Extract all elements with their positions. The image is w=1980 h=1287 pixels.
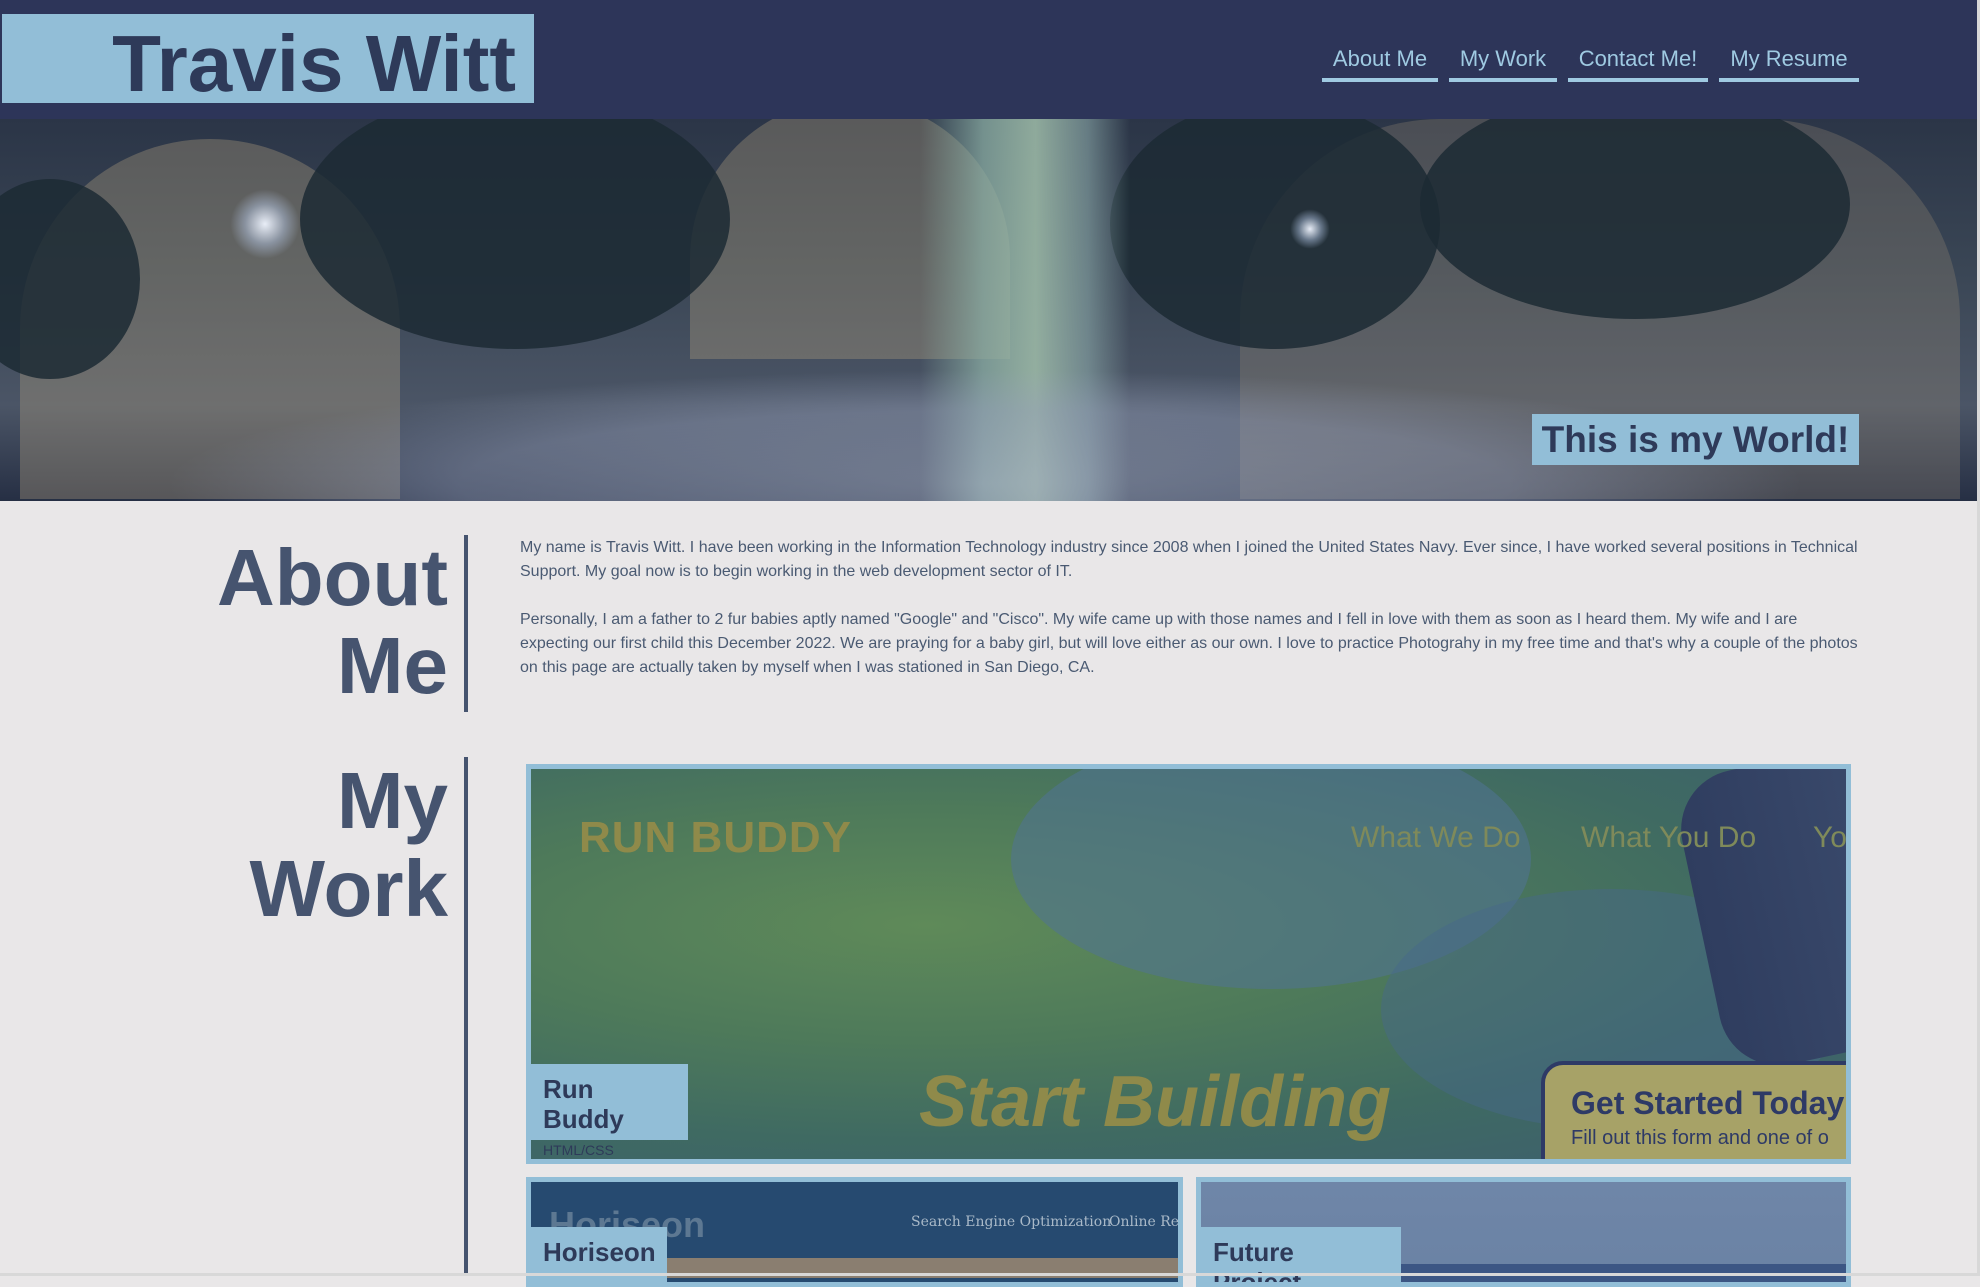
- project-label: Horiseon: [531, 1227, 667, 1282]
- project-card-horiseon[interactable]: Horiseon Search Engine Optimization Onli…: [526, 1177, 1183, 1287]
- project-preview-nav-item: What You Do: [1581, 821, 1757, 854]
- work-divider: [464, 757, 468, 1276]
- project-preview-cta-title: Get Started Today: [1571, 1085, 1845, 1121]
- project-preview-nav-item: Yo: [1813, 821, 1847, 854]
- project-preview-nav-item: Online Rep: [1109, 1214, 1183, 1230]
- project-preview-headline: Start Building: [919, 1062, 1391, 1142]
- hero-street-light: [1290, 209, 1330, 249]
- project-preview-brand: RUN BUDDY: [579, 813, 852, 862]
- project-card-future-project[interactable]: Future Project: [1196, 1177, 1851, 1287]
- project-title: Horiseon: [543, 1237, 656, 1267]
- hero-street-light: [230, 189, 300, 259]
- project-label: Run Buddy HTML/CSS: [531, 1064, 688, 1158]
- about-text: My name is Travis Witt. I have been work…: [520, 536, 1860, 704]
- site-name: Travis Witt: [112, 19, 516, 108]
- about-title-line1: About: [216, 533, 448, 622]
- about-paragraph: Personally, I am a father to 2 fur babie…: [520, 611, 1858, 676]
- project-title: Run Buddy: [543, 1074, 624, 1134]
- project-preview-nav-item: What We Do: [1351, 821, 1521, 854]
- nav-link-my-resume[interactable]: My Resume: [1719, 46, 1859, 82]
- project-preview-nav-item: Search Engine Optimization: [911, 1214, 1112, 1230]
- project-label: Future Project: [1201, 1227, 1401, 1287]
- work-title-line2: Work: [249, 844, 448, 933]
- project-tech: HTML/CSS: [543, 1142, 614, 1158]
- project-title: Future Project: [1213, 1237, 1302, 1287]
- about-divider: [464, 535, 468, 712]
- work-title-line1: My: [336, 756, 448, 845]
- project-preview-cta-subtitle: Fill out this form and one of o: [1571, 1127, 1829, 1149]
- site-header: Travis Witt About Me My Work Contact Me!…: [0, 0, 1980, 119]
- project-preview-cta: Get Started Today Fill out this form and…: [1541, 1061, 1846, 1159]
- about-title: About Me: [217, 534, 448, 710]
- nav-link-about-me[interactable]: About Me: [1322, 46, 1438, 82]
- nav-link-contact-me[interactable]: Contact Me!: [1568, 46, 1708, 82]
- about-paragraph: My name is Travis Witt. I have been work…: [520, 539, 1858, 580]
- nav-link-my-work[interactable]: My Work: [1449, 46, 1557, 82]
- project-card-run-buddy[interactable]: RUN BUDDY What We Do What You Do Yo Star…: [526, 764, 1851, 1164]
- logo-box[interactable]: Travis Witt: [2, 14, 534, 108]
- about-title-line2: Me: [336, 621, 448, 710]
- hero-tagline: This is my World!: [1532, 414, 1859, 465]
- work-title: My Work: [249, 757, 448, 933]
